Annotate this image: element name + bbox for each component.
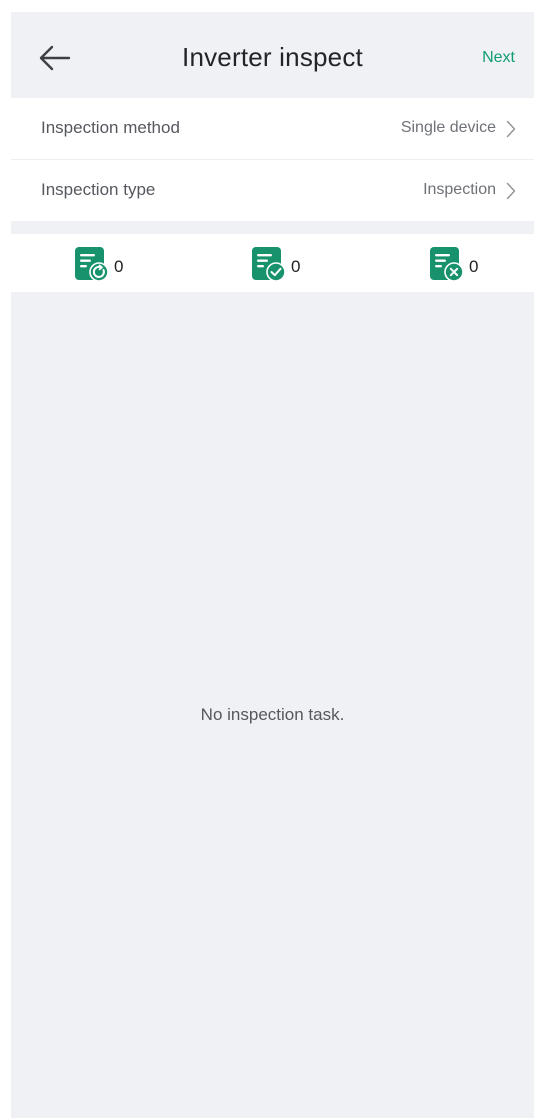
- task-pending-icon: [75, 247, 109, 282]
- pending-tasks-count: 0: [114, 257, 124, 276]
- inspection-type-value: Inspection: [423, 181, 496, 198]
- app-header: Inverter inspect Next: [11, 12, 534, 98]
- task-stats-bar: 0 0 0: [11, 234, 534, 292]
- completed-tasks-stat[interactable]: 0: [251, 246, 300, 282]
- inspection-type-label: Inspection type: [41, 180, 156, 199]
- task-failed-icon: [430, 247, 464, 282]
- chevron-right-icon: [506, 182, 516, 200]
- empty-state-message: No inspection task.: [200, 705, 345, 724]
- inspection-method-value: Single device: [400, 119, 496, 136]
- pending-tasks-stat[interactable]: 0: [74, 246, 123, 282]
- inspection-type-row[interactable]: Inspection type Inspection: [11, 159, 534, 221]
- back-button[interactable]: [33, 37, 73, 77]
- chevron-right-icon: [506, 120, 516, 138]
- failed-tasks-count: 0: [469, 257, 479, 276]
- next-button[interactable]: Next: [482, 49, 515, 67]
- page-title: Inverter inspect: [182, 42, 363, 72]
- failed-tasks-stat[interactable]: 0: [429, 246, 478, 282]
- arrow-left-icon: [39, 45, 71, 71]
- inspection-screen: Inverter inspect Next Inspection method …: [11, 12, 534, 1118]
- inspection-method-row[interactable]: Inspection method Single device: [11, 98, 534, 159]
- task-completed-icon: [252, 247, 286, 282]
- settings-list: Inspection method Single device Inspecti…: [11, 98, 534, 221]
- completed-tasks-count: 0: [291, 257, 301, 276]
- inspection-method-label: Inspection method: [41, 118, 180, 137]
